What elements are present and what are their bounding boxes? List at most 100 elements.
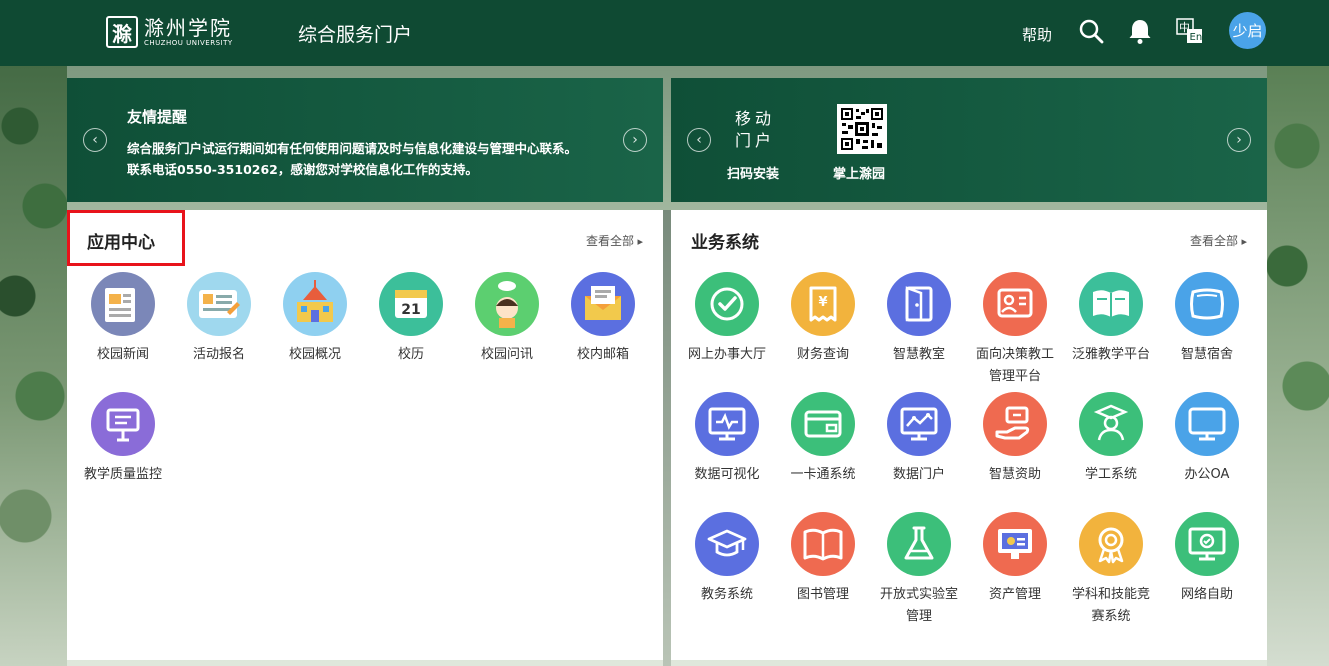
app-name-label: 网络自助: [1180, 587, 1233, 602]
app-name-label: 学科和技能竞赛系统: [1071, 587, 1150, 624]
pillow-icon: [1175, 272, 1239, 336]
business-app-5[interactable]: 智慧宿舍: [1159, 272, 1255, 392]
app-center-app-6[interactable]: 教学质量监控: [75, 392, 171, 512]
school-building-icon: [283, 272, 347, 336]
qr-code-icon[interactable]: [837, 104, 887, 154]
app-center-app-4[interactable]: 校园问讯: [459, 272, 555, 392]
app-name-label: 开放式实验室管理: [879, 587, 958, 624]
receipt-yuan-icon: ¥: [791, 272, 855, 336]
app-name-label: 办公OA: [1184, 467, 1230, 482]
business-app-1[interactable]: ¥ 财务查询: [775, 272, 871, 392]
app-name-label: 校内邮箱: [576, 347, 629, 362]
business-app-10[interactable]: 学工系统: [1063, 392, 1159, 512]
app-name-label: 一卡通系统: [790, 467, 856, 482]
checkmark-icon: [695, 272, 759, 336]
app-center-app-5[interactable]: 校内邮箱: [555, 272, 651, 392]
business-app-0[interactable]: 网上办事大厅: [679, 272, 775, 392]
business-app-12[interactable]: 教务系统: [679, 512, 775, 632]
notice-title: 友情提醒: [127, 108, 188, 126]
svg-text:En: En: [1190, 32, 1203, 43]
mobile-title-line-2: 门户: [735, 131, 776, 150]
app-center-title: 应用中心: [87, 233, 155, 253]
help-link[interactable]: 帮助: [1022, 24, 1052, 45]
app-name-label: 校园概况: [288, 347, 341, 362]
mortarboard-icon: [695, 512, 759, 576]
app-name-label: 校园新闻: [96, 347, 149, 362]
app-name-label: 智慧宿舍: [1180, 347, 1233, 362]
app-name-label: 智慧资助: [988, 467, 1041, 482]
app-name-label: 泛雅教学平台: [1071, 347, 1150, 362]
language-switch-icon[interactable]: 中 En: [1175, 16, 1205, 46]
app-name-label: 校历: [397, 347, 424, 362]
app-name-label: 资产管理: [988, 587, 1041, 602]
business-app-4[interactable]: 泛雅教学平台: [1063, 272, 1159, 392]
business-app-3[interactable]: 面向决策教工管理平台: [967, 272, 1063, 392]
newspaper-icon: [91, 272, 155, 336]
monitor-chart-icon: [695, 392, 759, 456]
business-app-15[interactable]: 资产管理: [967, 512, 1063, 632]
app-name-label: 图书管理: [796, 587, 849, 602]
asset-monitor-icon: [983, 512, 1047, 576]
logo-mark: 滁: [106, 16, 138, 48]
app-name-label: 财务查询: [796, 347, 849, 362]
scan-install-label: 扫码安装: [727, 167, 780, 182]
hand-money-icon: [983, 392, 1047, 456]
logo-english-name: CHUZHOU UNIVERSITY: [144, 38, 233, 47]
notice-banner: ‹ 友情提醒 综合服务门户试运行期间如有任何使用问题请及时与信息化建设与管理中心…: [67, 78, 663, 202]
mobile-next-arrow-icon[interactable]: ›: [1227, 128, 1251, 152]
notice-next-arrow-icon[interactable]: ›: [623, 128, 647, 152]
business-app-6[interactable]: 数据可视化: [679, 392, 775, 512]
business-systems-title: 业务系统: [691, 233, 759, 253]
envelope-icon: [571, 272, 635, 336]
app-center-app-3[interactable]: 21 校历: [363, 272, 459, 392]
svg-text:¥: ¥: [818, 295, 827, 310]
business-app-11[interactable]: 办公OA: [1159, 392, 1255, 512]
business-app-17[interactable]: 网络自助: [1159, 512, 1255, 632]
portal-title: 综合服务门户: [298, 24, 413, 46]
presentation-board-icon: [91, 392, 155, 456]
monitor-line-icon: [887, 392, 951, 456]
app-name-label: 面向决策教工管理平台: [975, 347, 1054, 384]
id-card-icon: [983, 272, 1047, 336]
app-center-app-2[interactable]: 校园概况: [267, 272, 363, 392]
network-monitor-icon: [1175, 512, 1239, 576]
business-app-7[interactable]: 一卡通系统: [775, 392, 871, 512]
notice-line-1: 综合服务门户试运行期间如有任何使用问题请及时与信息化建设与管理中心联系。: [127, 141, 578, 156]
mobile-prev-arrow-icon[interactable]: ‹: [687, 128, 711, 152]
card-icon: [791, 392, 855, 456]
app-name-label: 数据门户: [892, 467, 945, 482]
mobile-portal-title: 移动 门户: [735, 108, 775, 152]
app-center-app-1[interactable]: 活动报名: [171, 272, 267, 392]
app-center-view-all-link[interactable]: 查看全部: [586, 232, 643, 249]
business-app-14[interactable]: 开放式实验室管理: [871, 512, 967, 632]
door-icon: [887, 272, 951, 336]
app-center-app-0[interactable]: 校园新闻: [75, 272, 171, 392]
business-app-16[interactable]: 学科和技能竞赛系统: [1063, 512, 1159, 632]
graduate-icon: [1079, 392, 1143, 456]
notice-body: 综合服务门户试运行期间如有任何使用问题请及时与信息化建设与管理中心联系。 联系电…: [127, 138, 607, 180]
search-icon[interactable]: [1076, 16, 1106, 46]
qr-app-label: 掌上滁园: [833, 167, 886, 182]
business-systems-view-all-link[interactable]: 查看全部: [1190, 232, 1247, 249]
business-app-8[interactable]: 数据门户: [871, 392, 967, 512]
top-header: 滁 滁州学院 CHUZHOU UNIVERSITY 综合服务门户 帮助 中 En …: [0, 0, 1329, 66]
svg-text:21: 21: [401, 302, 420, 318]
background-right: [1267, 66, 1329, 666]
user-avatar[interactable]: 少启: [1229, 12, 1266, 49]
business-app-13[interactable]: 图书管理: [775, 512, 871, 632]
notice-prev-arrow-icon[interactable]: ‹: [83, 128, 107, 152]
bell-icon[interactable]: [1125, 16, 1155, 46]
logo-chinese-name: 滁州学院: [144, 15, 232, 40]
notice-line-2: 联系电话0550-3510262，感谢您对学校信息化工作的支持。: [127, 162, 478, 177]
business-app-2[interactable]: 智慧教室: [871, 272, 967, 392]
mobile-banner: ‹ 移动 门户 扫码安装 掌上滁园 ›: [671, 78, 1267, 202]
app-name-label: 活动报名: [192, 347, 245, 362]
desktop-icon: [1175, 392, 1239, 456]
mobile-title-line-1: 移动: [735, 109, 776, 128]
business-systems-panel: 业务系统 查看全部 网上办事大厅 ¥ 财务查询 智慧教室 面向决策教工管理平台 泛雅教学平…: [671, 210, 1267, 660]
app-name-label: 数据可视化: [694, 467, 760, 482]
app-name-label: 教务系统: [700, 587, 753, 602]
business-app-9[interactable]: 智慧资助: [967, 392, 1063, 512]
university-logo[interactable]: 滁 滁州学院 CHUZHOU UNIVERSITY: [106, 16, 233, 48]
app-name-label: 学工系统: [1084, 467, 1137, 482]
